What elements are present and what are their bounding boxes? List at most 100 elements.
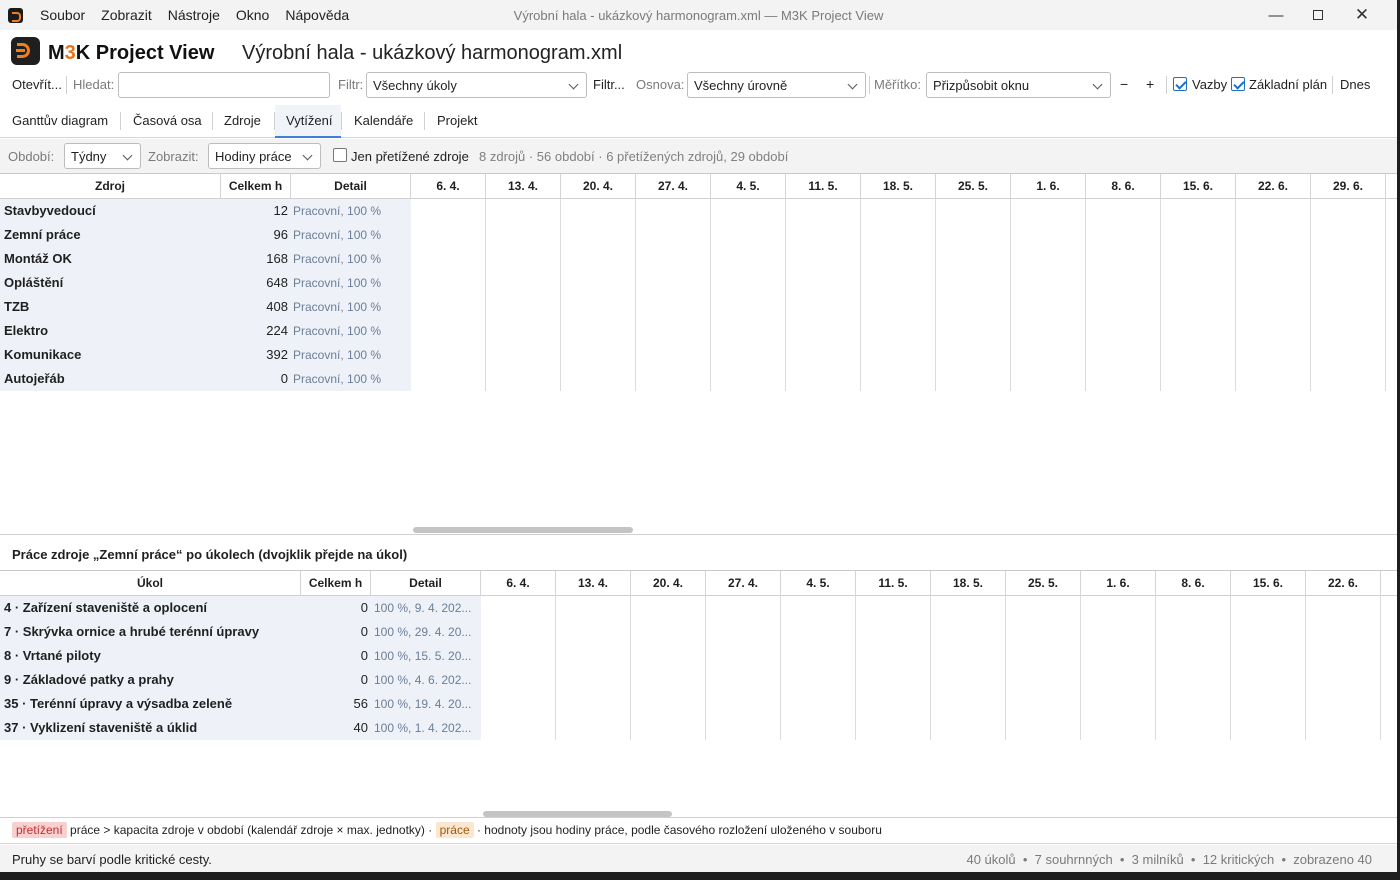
period-header: 15. 6.: [1231, 571, 1306, 596]
row-total-hours: 648: [266, 275, 288, 290]
menu-soubor[interactable]: Soubor: [40, 7, 85, 23]
period-header: 20. 4.: [631, 571, 706, 596]
baseline-label: Základní plán: [1249, 77, 1328, 92]
tab-gantt[interactable]: Ganttův diagram: [12, 113, 108, 128]
row-total-hours: 56: [353, 696, 368, 711]
task-row[interactable]: 9 · Základové patky a prahy 0 100 %, 4. 6.…: [0, 668, 481, 692]
overloaded-only-checkbox[interactable]: [333, 148, 347, 162]
horizontal-scrollbar[interactable]: [483, 811, 672, 817]
task-row[interactable]: 8 · Vrtané piloty 0 100 %, 15. 5. 20...: [0, 644, 481, 668]
period-header: 20. 4.: [561, 174, 636, 199]
maximize-icon[interactable]: [1295, 0, 1341, 30]
status-counts: 40 úkolů • 7 souhrnných • 3 milníků • 12…: [966, 852, 1372, 867]
app-header: M3K Project View Výrobní hala - ukázkový…: [0, 30, 1397, 70]
row-total-hours: 0: [360, 672, 368, 687]
period-gridline: [1010, 199, 1011, 391]
resource-row[interactable]: Stavbyvedoucí 12 Pracovní, 100 %: [0, 199, 411, 223]
task-row[interactable]: 7 · Skrývka ornice a hrubé terénní úprav…: [0, 620, 481, 644]
resource-row[interactable]: Zemní práce 96 Pracovní, 100 %: [0, 223, 411, 247]
grid-header: Zdroj Celkem h Detail 6. 4. 13. 4. 20. 4. 2…: [0, 174, 1397, 199]
period-header: 4. 5.: [781, 571, 856, 596]
search-input[interactable]: [118, 72, 330, 98]
task-rows: 4 · Zařízení staveniště a oplocení 0 100 %…: [0, 596, 481, 740]
close-icon[interactable]: ✕: [1339, 0, 1385, 30]
period-gridline: [1085, 199, 1086, 391]
period-header: 4. 5.: [711, 174, 786, 199]
menu-okno[interactable]: Okno: [236, 7, 269, 23]
tab-separator: [274, 112, 275, 130]
task-row[interactable]: 37 · Vyklizení staveniště a úklid 40 100 %…: [0, 716, 481, 740]
resource-row[interactable]: Montáž OK 168 Pracovní, 100 %: [0, 247, 411, 271]
period-gridline: [630, 596, 631, 740]
period-gridline: [1005, 596, 1006, 740]
row-total-hours: 12: [273, 203, 288, 218]
open-button[interactable]: Otevřít...: [12, 77, 62, 92]
column-header-detail[interactable]: Detail: [371, 571, 481, 596]
task-row[interactable]: 35 · Terénní úpravy a výsadba zeleně 56 10…: [0, 692, 481, 716]
period-header: 6. 4.: [411, 174, 486, 199]
app-window: Soubor Zobrazit Nástroje Okno Nápověda V…: [0, 0, 1397, 872]
show-label: Zobrazit:: [148, 149, 199, 164]
links-checkbox[interactable]: [1173, 77, 1187, 91]
row-detail: Pracovní, 100 %: [293, 348, 382, 362]
period-header: 8. 6.: [1156, 571, 1231, 596]
today-button[interactable]: Dnes: [1340, 77, 1370, 92]
resource-row[interactable]: Opláštění 648 Pracovní, 100 %: [0, 271, 411, 295]
column-header-total[interactable]: Celkem h: [301, 571, 371, 596]
menu-nastroje[interactable]: Nástroje: [168, 7, 220, 23]
filter-more-button[interactable]: Filtr...: [593, 77, 625, 92]
filter-select[interactable]: Všechny úkoly: [366, 72, 587, 98]
row-total-hours: 168: [266, 251, 288, 266]
resource-row[interactable]: TZB 408 Pracovní, 100 %: [0, 295, 411, 319]
outline-label: Osnova:: [636, 77, 685, 92]
scale-select[interactable]: Přizpůsobit oknu: [926, 72, 1111, 98]
row-name: Elektro: [4, 323, 49, 338]
period-select[interactable]: Týdny: [64, 143, 141, 169]
column-header-total[interactable]: Celkem h: [221, 174, 291, 199]
period-header: 1. 6.: [1081, 571, 1156, 596]
period-gridline: [1155, 596, 1156, 740]
row-name: Komunikace: [4, 347, 82, 362]
column-header-task[interactable]: Úkol: [0, 571, 301, 596]
resource-row[interactable]: Elektro 224 Pracovní, 100 %: [0, 319, 411, 343]
tab-project[interactable]: Projekt: [437, 113, 477, 128]
title-bar: Soubor Zobrazit Nástroje Okno Nápověda V…: [0, 0, 1397, 30]
period-gridline: [855, 596, 856, 740]
period-header: 27. 4.: [706, 571, 781, 596]
tab-separator: [341, 112, 342, 130]
status-message: Pruhy se barví podle kritické cesty.: [12, 852, 212, 867]
zoom-out-button[interactable]: −: [1120, 76, 1128, 92]
period-gridline: [1310, 199, 1311, 391]
tab-resources[interactable]: Zdroje: [224, 113, 261, 128]
tab-separator: [120, 112, 121, 130]
menu-zobrazit[interactable]: Zobrazit: [101, 7, 152, 23]
row-detail: Pracovní, 100 %: [293, 300, 382, 314]
period-gridline: [705, 596, 706, 740]
resource-row[interactable]: Komunikace 392 Pracovní, 100 %: [0, 343, 411, 367]
minimize-icon[interactable]: —: [1253, 0, 1299, 30]
separator: [1332, 76, 1333, 94]
tab-workload[interactable]: Vytížení: [286, 113, 332, 128]
period-gridline: [555, 596, 556, 740]
separator: [869, 76, 870, 94]
zoom-in-button[interactable]: +: [1146, 76, 1154, 92]
row-detail: Pracovní, 100 %: [293, 204, 382, 218]
period-header: 8. 6.: [1086, 174, 1161, 199]
column-header-detail[interactable]: Detail: [291, 174, 411, 199]
task-row[interactable]: 4 · Zařízení staveniště a oplocení 0 100 %…: [0, 596, 481, 620]
tab-calendars[interactable]: Kalendáře: [354, 113, 413, 128]
horizontal-scrollbar[interactable]: [413, 527, 633, 533]
resource-row[interactable]: Autojeřáb 0 Pracovní, 100 %: [0, 367, 411, 391]
baseline-checkbox[interactable]: [1231, 77, 1245, 91]
row-detail: Pracovní, 100 %: [293, 228, 382, 242]
outline-select[interactable]: Všechny úrovně: [687, 72, 866, 98]
row-detail: Pracovní, 100 %: [293, 276, 382, 290]
menu-napoveda[interactable]: Nápověda: [285, 7, 349, 23]
column-header-resource[interactable]: Zdroj: [0, 174, 221, 199]
show-select[interactable]: Hodiny práce: [208, 143, 321, 169]
resource-rows: Stavbyvedoucí 12 Pracovní, 100 % Zemní prác…: [0, 199, 411, 391]
workload-summary: 8 zdrojů · 56 období · 6 přetížených zdr…: [479, 149, 789, 164]
period-gridline: [785, 199, 786, 391]
period-header: 6. 4.: [481, 571, 556, 596]
tab-timeline[interactable]: Časová osa: [133, 113, 202, 128]
